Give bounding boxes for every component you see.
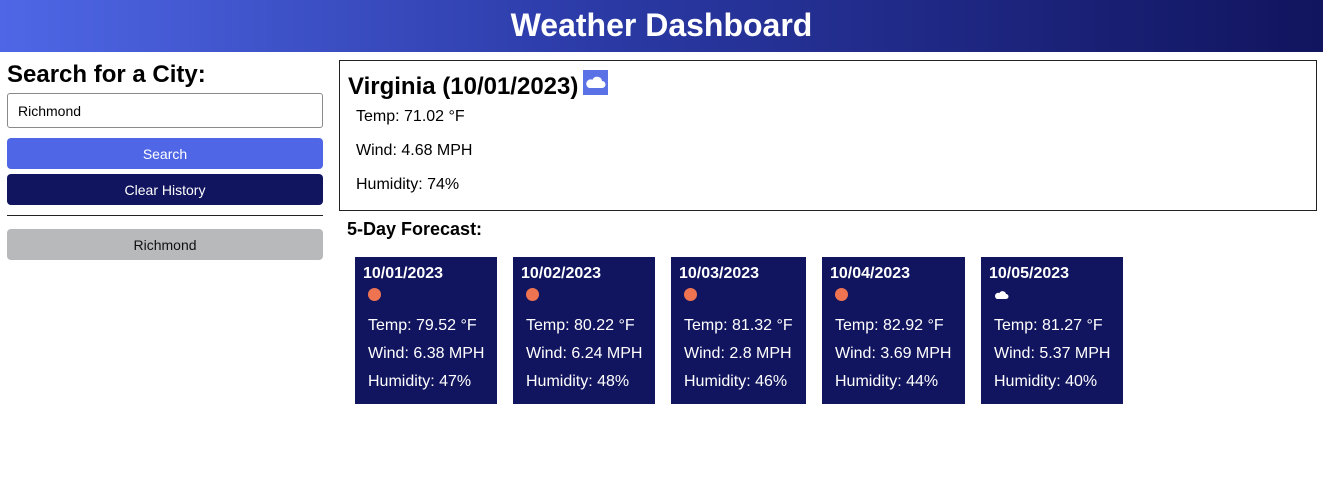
forecast-humidity: Humidity: 48%: [526, 373, 630, 390]
search-button[interactable]: Search: [7, 138, 323, 169]
forecast-humidity: Humidity: 46%: [684, 373, 788, 390]
forecast-date: 10/04/2023: [830, 265, 911, 282]
forecast-humidity: Humidity: 40%: [994, 373, 1098, 390]
current-wind: Wind: 4.68 MPH: [356, 142, 473, 159]
forecast-date: 10/05/2023: [989, 265, 1070, 282]
cloud-icon: [994, 288, 1010, 306]
clear-history-button[interactable]: Clear History: [7, 174, 323, 205]
history-item-richmond[interactable]: Richmond: [7, 229, 323, 260]
forecast-heading: 5-Day Forecast:: [347, 219, 483, 239]
sun-icon: [368, 288, 381, 301]
forecast-humidity: Humidity: 47%: [368, 373, 472, 390]
sidebar: Search for a City: Search Clear History …: [7, 60, 323, 260]
forecast-temp: Temp: 81.32 °F: [684, 317, 793, 334]
forecast-temp: Temp: 81.27 °F: [994, 317, 1103, 334]
sun-icon: [526, 288, 539, 301]
forecast-date: 10/02/2023: [521, 265, 602, 282]
forecast-card: 10/04/2023 Temp: 82.92 °F Wind: 3.69 MPH…: [822, 257, 965, 404]
forecast-date: 10/01/2023: [363, 265, 444, 282]
forecast-card: 10/05/2023 Temp: 81.27 °F Wind: 5.37 MPH…: [981, 257, 1123, 404]
forecast-card: 10/03/2023 Temp: 81.32 °F Wind: 2.8 MPH …: [671, 257, 806, 404]
sun-icon: [684, 288, 697, 301]
forecast-temp: Temp: 79.52 °F: [368, 317, 477, 334]
sun-icon: [835, 288, 848, 301]
cloud-icon: [583, 70, 609, 95]
page-title: Weather Dashboard: [510, 7, 813, 43]
forecast-wind: Wind: 5.37 MPH: [994, 345, 1111, 362]
forecast-wind: Wind: 6.38 MPH: [368, 345, 485, 362]
forecast-temp: Temp: 80.22 °F: [526, 317, 635, 334]
current-temp: Temp: 71.02 °F: [356, 108, 465, 125]
forecast-humidity: Humidity: 44%: [835, 373, 939, 390]
current-humidity: Humidity: 74%: [356, 176, 460, 193]
current-weather-panel: Virginia (10/01/2023) Temp: 71.02 °F Win…: [339, 60, 1317, 211]
forecast-wind: Wind: 6.24 MPH: [526, 345, 643, 362]
forecast-card: 10/01/2023 Temp: 79.52 °F Wind: 6.38 MPH…: [355, 257, 497, 404]
search-heading: Search for a City:: [7, 61, 206, 88]
sidebar-divider: [7, 215, 323, 216]
forecast-wind: Wind: 2.8 MPH: [684, 345, 792, 362]
city-search-input[interactable]: [7, 93, 323, 128]
current-city-date: Virginia (10/01/2023): [348, 73, 579, 100]
forecast-date: 10/03/2023: [679, 265, 760, 282]
app-header: Weather Dashboard: [0, 0, 1323, 52]
forecast-temp: Temp: 82.92 °F: [835, 317, 944, 334]
current-title-row: Virginia (10/01/2023): [348, 70, 609, 101]
forecast-wind: Wind: 3.69 MPH: [835, 345, 952, 362]
forecast-card: 10/02/2023 Temp: 80.22 °F Wind: 6.24 MPH…: [513, 257, 655, 404]
